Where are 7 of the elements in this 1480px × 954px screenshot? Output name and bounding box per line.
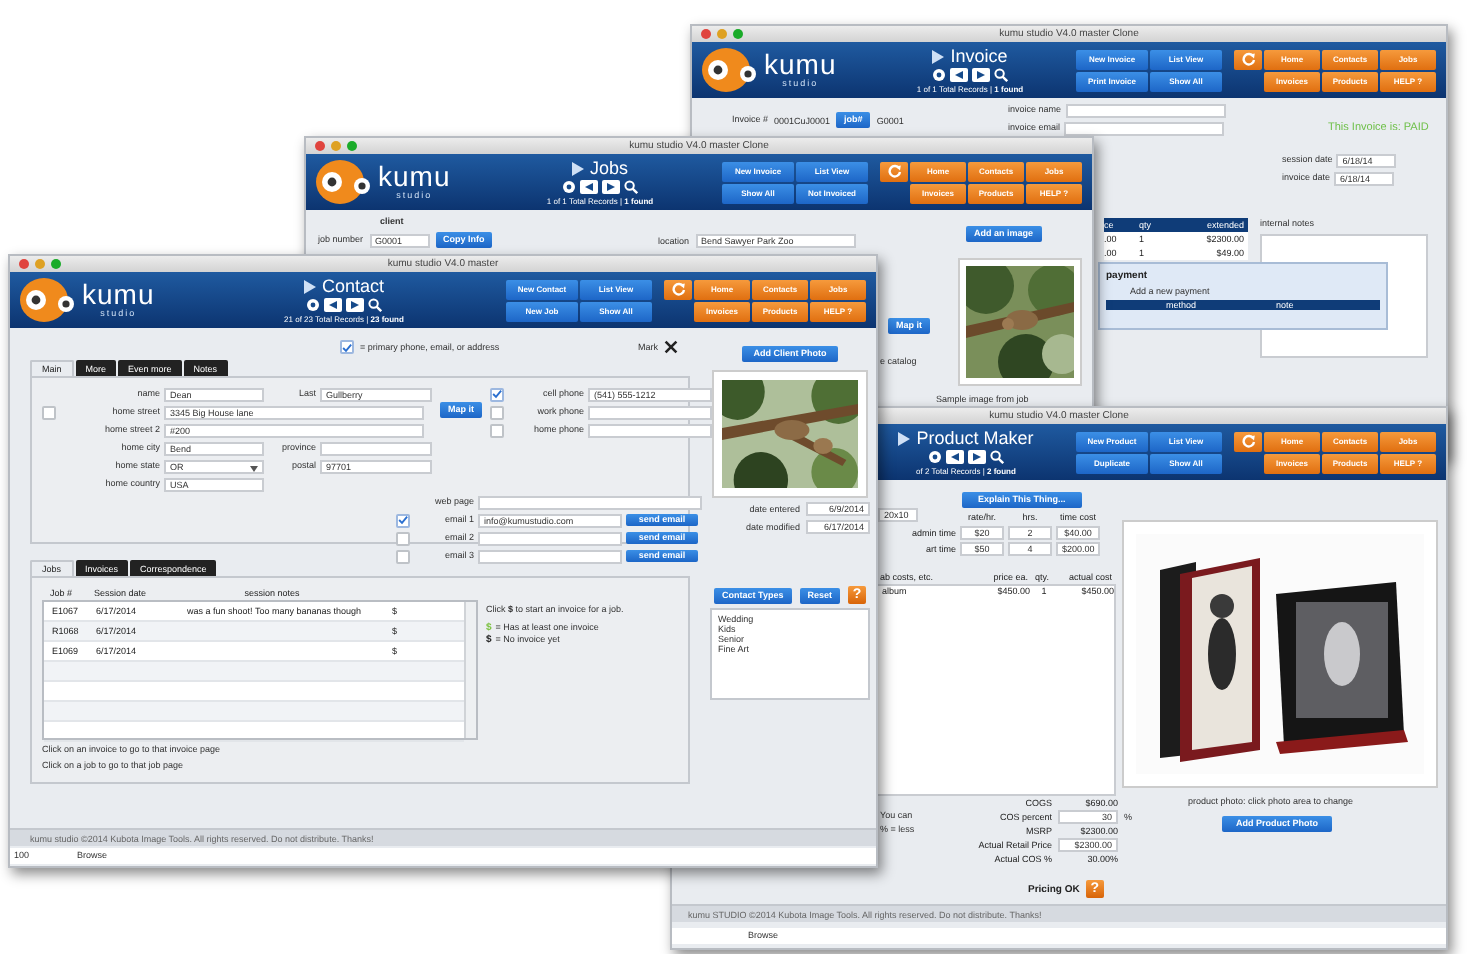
- module-title: Invoice: [950, 47, 1008, 65]
- logo-text: kumu: [764, 52, 837, 78]
- logo-text: kumu: [82, 282, 155, 308]
- module-title: Jobs: [589, 159, 628, 177]
- module-title: Product Maker: [916, 429, 1034, 447]
- module-title: Contact: [321, 277, 385, 295]
- logo-text: kumu: [378, 164, 451, 190]
